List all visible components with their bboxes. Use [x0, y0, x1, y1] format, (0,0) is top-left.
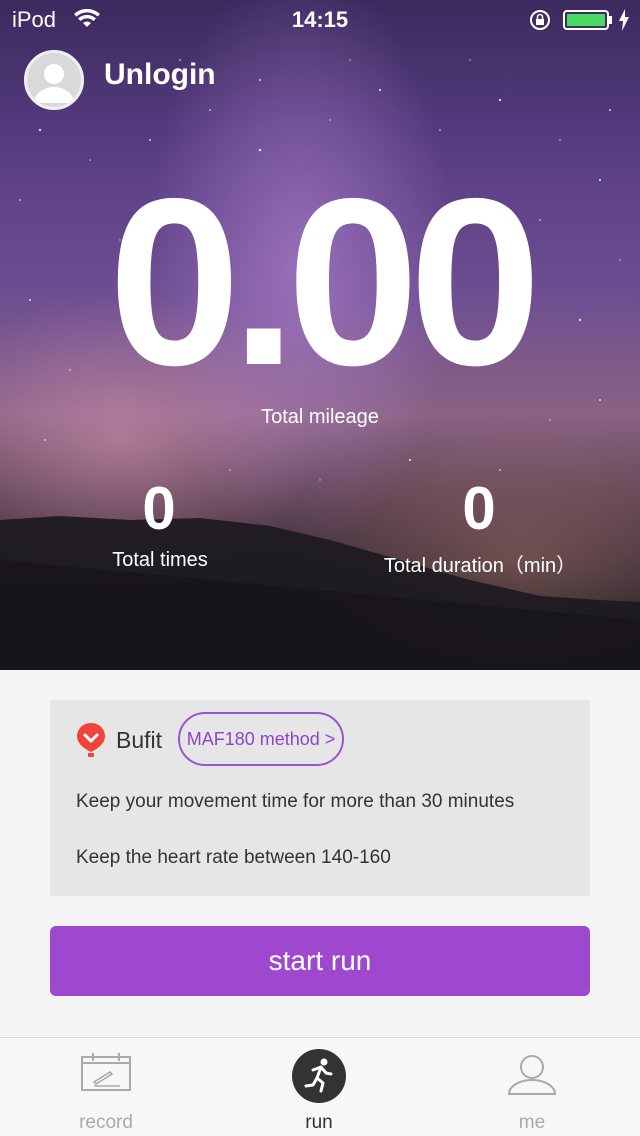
calendar-edit-icon	[81, 1053, 131, 1091]
tab-me[interactable]: me	[452, 1038, 612, 1136]
maf180-method-button[interactable]: MAF180 method >	[178, 712, 344, 766]
tab-record[interactable]: record	[26, 1038, 186, 1136]
user-avatar-icon	[34, 64, 74, 103]
tab-run-label: run	[305, 1112, 333, 1133]
tab-me-label: me	[518, 1112, 546, 1133]
brand-name: Bufit	[116, 727, 163, 753]
start-run-button[interactable]: start run	[50, 926, 590, 996]
person-icon	[507, 1055, 557, 1095]
tab-record-label: record	[79, 1112, 133, 1133]
total-duration-label: Total duration（min）	[383, 555, 577, 577]
username[interactable]: Unlogin	[104, 58, 216, 92]
tab-run[interactable]: run	[239, 1038, 399, 1136]
lock-rotation-icon	[530, 10, 550, 30]
running-person-icon	[292, 1049, 346, 1103]
avatar[interactable]	[24, 50, 84, 110]
total-times-value: 0	[142, 475, 176, 542]
tab-bar: record run me	[0, 1037, 640, 1136]
battery-icon	[563, 10, 612, 30]
charging-icon	[619, 9, 629, 31]
total-duration-value: 0	[462, 475, 496, 542]
total-mileage-label: Total mileage	[261, 406, 379, 428]
status-bar: iPod 14:15	[0, 0, 640, 40]
total-times-label: Total times	[112, 549, 208, 571]
tip-text: Keep your movement time for more than 30…	[76, 791, 515, 812]
tip-text: Keep the heart rate between 140-160	[76, 847, 391, 868]
total-mileage-value: 0.00	[108, 150, 541, 415]
training-tips-card: Bufit MAF180 method > Keep your movement…	[50, 700, 590, 896]
balloon-icon	[77, 723, 105, 757]
